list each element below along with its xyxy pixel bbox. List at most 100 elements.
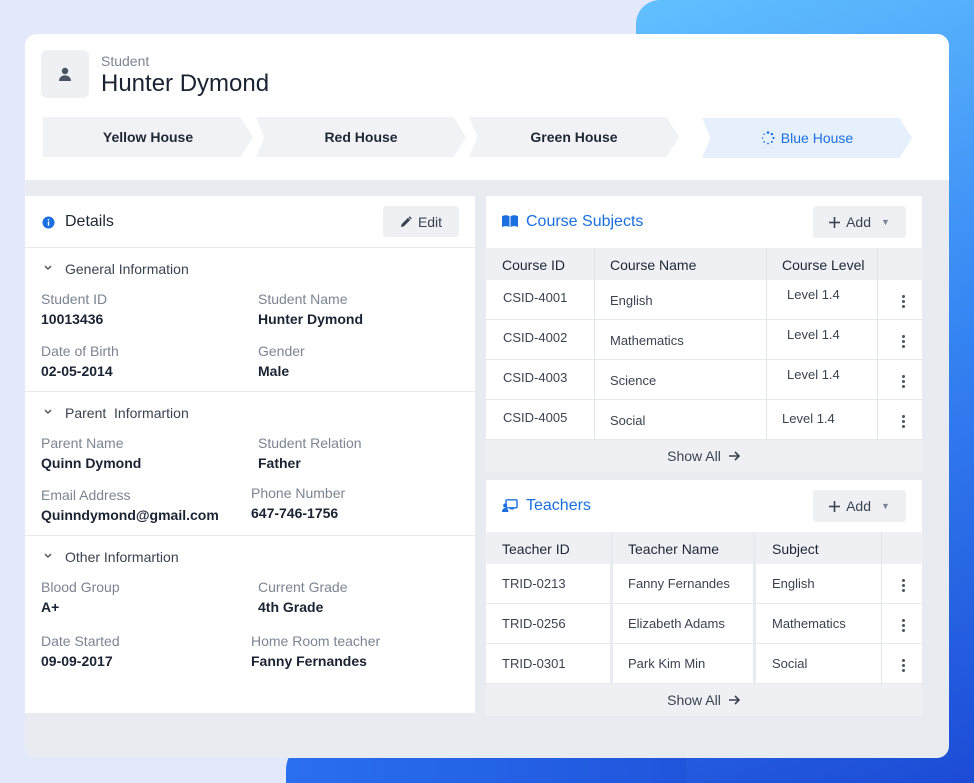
column-header-teacher-id[interactable]: Teacher ID — [502, 541, 570, 557]
table-row[interactable]: CSID-4005 Social Level 1.4 — [486, 400, 922, 440]
grade-value: 4th Grade — [258, 599, 324, 615]
house-step-red[interactable]: Red House — [256, 117, 466, 157]
course-level-cell: Level 1.4 — [787, 327, 840, 342]
section-general-title[interactable]: General Information — [65, 261, 189, 277]
house-step-yellow[interactable]: Yellow House — [43, 117, 253, 157]
course-id-cell: CSID-4002 — [503, 330, 568, 345]
info-icon — [42, 216, 55, 229]
details-panel: Details Edit General Information Student… — [25, 196, 475, 713]
edit-button[interactable]: Edit — [383, 206, 459, 237]
page-title: Hunter Dymond — [101, 70, 270, 97]
email-value: Quinndymond@gmail.com — [41, 507, 219, 523]
teacher-name-cell: Elizabeth Adams — [628, 616, 725, 631]
plus-icon — [829, 216, 841, 228]
caret-down-icon: ▼ — [881, 217, 890, 227]
teacher-id-cell: TRID-0256 — [502, 616, 566, 631]
more-options-icon[interactable] — [902, 295, 906, 310]
teacher-name-cell: Fanny Fernandes — [628, 576, 730, 591]
column-header-teacher-name[interactable]: Teacher Name — [628, 541, 719, 557]
house-step-label: Yellow House — [102, 129, 194, 145]
course-name-cell: Mathematics — [610, 333, 684, 348]
edit-button-label: Edit — [417, 213, 443, 230]
blood-group-value: A+ — [41, 599, 60, 615]
gender-value: Male — [258, 363, 290, 379]
course-id-cell: CSID-4005 — [503, 410, 568, 425]
relation-label: Student Relation — [258, 435, 362, 451]
chevron-down-icon[interactable] — [44, 409, 52, 415]
column-header-course-id[interactable]: Course ID — [502, 257, 565, 273]
phone-label: Phone Number — [251, 485, 346, 501]
student-profile-window: Student Hunter Dymond Yellow House Red H… — [25, 34, 949, 758]
avatar — [41, 50, 89, 98]
parent-name-value: Quinn Dymond — [41, 455, 142, 471]
date-started-value: 09-09-2017 — [41, 653, 113, 669]
house-stepper: Yellow House Red House Green House Blue … — [43, 117, 923, 158]
more-options-icon[interactable] — [902, 659, 906, 674]
date-started-label: Date Started — [41, 633, 120, 649]
show-all-courses-button[interactable]: Show All — [486, 440, 922, 472]
relation-value: Father — [258, 455, 301, 471]
chevron-down-icon[interactable] — [44, 553, 52, 559]
more-options-icon[interactable] — [902, 375, 906, 390]
teacher-board-icon — [502, 499, 518, 512]
teachers-panel: Teachers Add ▼ Teacher ID Teacher Name S… — [486, 480, 922, 716]
more-options-icon[interactable] — [902, 579, 906, 594]
column-header-subject[interactable]: Subject — [772, 541, 819, 557]
show-all-label: Show All — [667, 448, 721, 464]
section-other-title[interactable]: Other Informartion — [65, 549, 179, 565]
show-all-label: Show All — [667, 692, 721, 708]
plus-icon — [829, 500, 841, 512]
house-step-blue[interactable]: Blue House — [702, 118, 912, 158]
course-subjects-panel: Course Subjects Add ▼ Course ID Course N… — [486, 196, 922, 472]
add-button-label: Add — [846, 214, 871, 230]
blood-group-label: Blood Group — [41, 579, 120, 595]
house-step-label: Red House — [324, 129, 398, 145]
more-options-icon[interactable] — [902, 415, 906, 430]
grade-label: Current Grade — [258, 579, 348, 595]
divider — [25, 535, 475, 536]
course-name-cell: Social — [610, 413, 646, 428]
course-name-cell: English — [610, 293, 653, 308]
pencil-icon — [400, 215, 412, 227]
table-row[interactable]: CSID-4001 English Level 1.4 — [486, 280, 922, 320]
homeroom-label: Home Room teacher — [251, 633, 381, 649]
table-header: Teacher ID Teacher Name Subject — [486, 532, 922, 564]
table-row[interactable]: TRID-0213 Fanny Fernandes English — [486, 564, 922, 604]
student-name-label: Student Name — [258, 291, 348, 307]
subject-cell: Social — [772, 656, 808, 671]
teacher-id-cell: TRID-0213 — [502, 576, 566, 591]
student-name-value: Hunter Dymond — [258, 311, 363, 327]
user-icon — [59, 67, 71, 81]
student-id-label: Student ID — [41, 291, 108, 307]
show-all-teachers-button[interactable]: Show All — [486, 684, 922, 716]
table-row[interactable]: TRID-0256 Elizabeth Adams Mathematics — [486, 604, 922, 644]
teachers-title: Teachers — [526, 497, 591, 514]
details-title: Details — [65, 213, 114, 230]
table-row[interactable]: TRID-0301 Park Kim Min Social — [486, 644, 922, 684]
house-step-green[interactable]: Green House — [469, 117, 679, 157]
student-id-value: 10013436 — [41, 311, 104, 327]
column-header-course-name[interactable]: Course Name — [610, 257, 696, 273]
column-header-course-level[interactable]: Course Level — [782, 257, 865, 273]
profile-role: Student — [101, 53, 150, 69]
course-level-cell: Level 1.4 — [782, 411, 835, 426]
chevron-down-icon[interactable] — [44, 265, 52, 271]
gender-label: Gender — [258, 343, 305, 359]
add-course-button[interactable]: Add ▼ — [813, 206, 906, 238]
table-row[interactable]: CSID-4002 Mathematics Level 1.4 — [486, 320, 922, 360]
teacher-id-cell: TRID-0301 — [502, 656, 566, 671]
arrow-right-icon — [728, 451, 740, 461]
more-options-icon[interactable] — [902, 619, 906, 634]
table-row[interactable]: CSID-4003 Science Level 1.4 — [486, 360, 922, 400]
house-step-label: Green House — [530, 129, 618, 145]
course-level-cell: Level 1.4 — [787, 367, 840, 382]
parent-name-label: Parent Name — [41, 435, 124, 451]
dob-value: 02-05-2014 — [41, 363, 113, 379]
section-parent-title[interactable]: Parent Informartion — [65, 405, 189, 421]
course-id-cell: CSID-4003 — [503, 370, 568, 385]
add-teacher-button[interactable]: Add ▼ — [813, 490, 906, 522]
loading-spinner-icon — [761, 131, 775, 145]
more-options-icon[interactable] — [902, 335, 906, 350]
house-step-label: Blue House — [780, 130, 854, 146]
details-header: Details Edit — [25, 196, 475, 248]
